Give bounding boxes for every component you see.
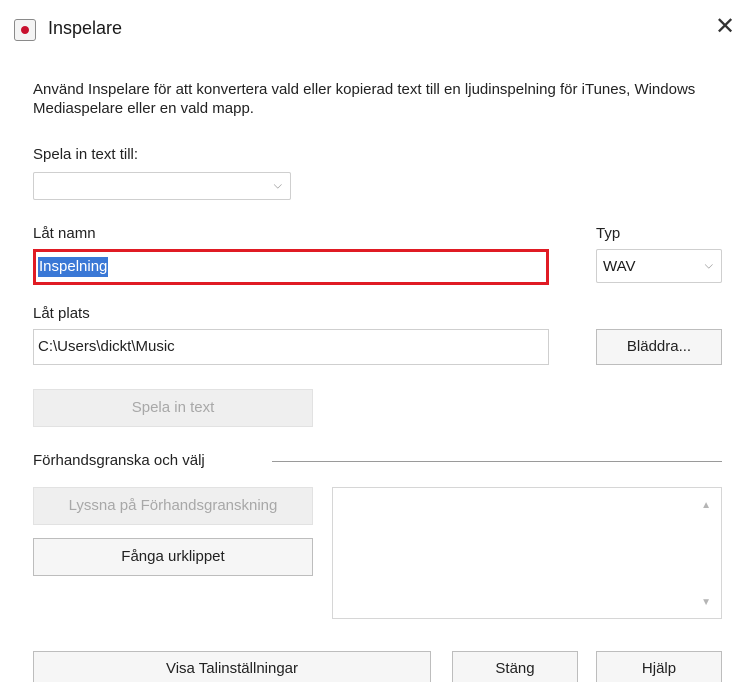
listen-preview-button[interactable]: Lyssna på Förhandsgranskning: [33, 487, 313, 525]
highlight-box: [33, 249, 549, 285]
speech-settings-button[interactable]: Visa Talinställningar: [33, 651, 431, 682]
type-label: Typ: [596, 225, 621, 242]
song-location-input[interactable]: C:\Users\dickt\Music: [33, 329, 549, 365]
type-dropdown[interactable]: WAV ⌵: [596, 249, 722, 283]
help-button[interactable]: Hjälp: [596, 651, 722, 682]
record-to-label: Spela in text till:: [33, 146, 139, 163]
capture-clipboard-button[interactable]: Fånga urklippet: [33, 538, 313, 576]
song-location-value: C:\Users\dickt\Music: [38, 338, 175, 355]
chevron-down-icon: ⌵: [704, 259, 713, 272]
preview-listbox[interactable]: ▲ ▼: [332, 487, 722, 619]
chevron-down-icon: ⌵: [273, 179, 282, 192]
song-name-label: Låt namn: [33, 225, 96, 242]
description-text: Använd Inspelare för att konvertera vald…: [33, 81, 696, 117]
song-location-label: Låt plats: [33, 305, 90, 322]
close-button[interactable]: Stäng: [452, 651, 578, 682]
record-text-button[interactable]: Spela in text: [33, 389, 313, 427]
group-divider: [272, 461, 722, 462]
scroll-down-icon[interactable]: ▼: [701, 597, 711, 608]
close-icon[interactable]: ✕: [712, 12, 738, 42]
preview-group-label: Förhandsgranska och välj: [33, 452, 205, 469]
scroll-up-icon[interactable]: ▲: [701, 500, 711, 511]
record-to-dropdown[interactable]: ⌵: [33, 172, 291, 200]
browse-button[interactable]: Bläddra...: [596, 329, 722, 365]
type-value: WAV: [603, 258, 636, 275]
window-title: Inspelare: [48, 18, 123, 38]
app-record-icon: [14, 19, 36, 41]
